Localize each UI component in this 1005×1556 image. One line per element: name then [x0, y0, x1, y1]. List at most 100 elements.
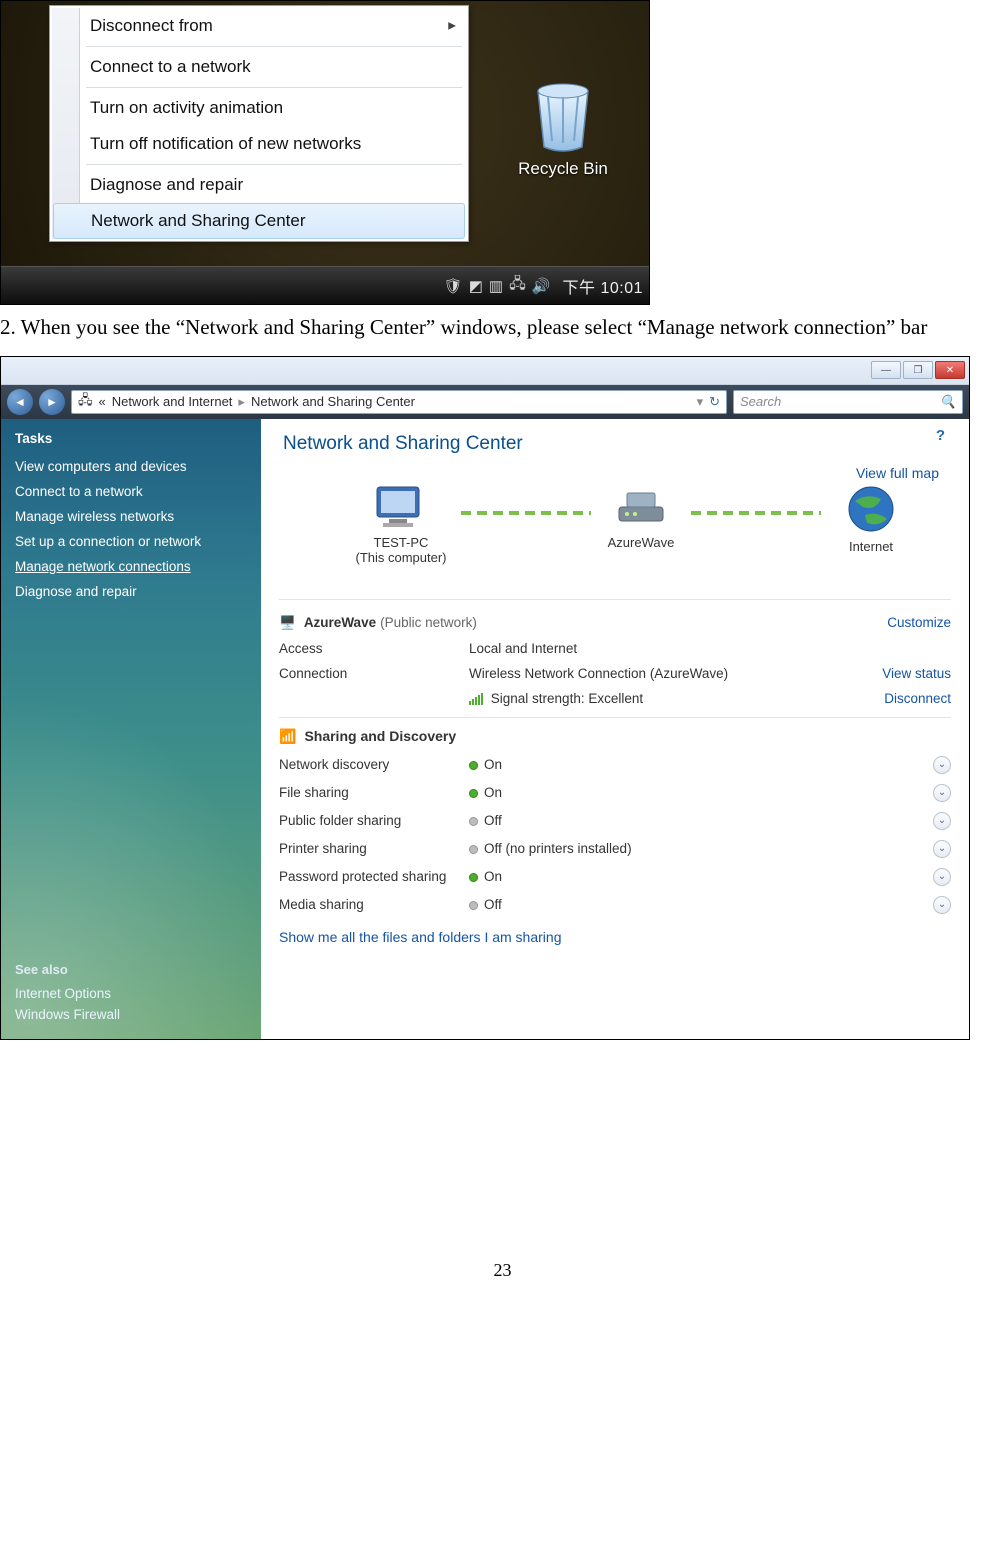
sharing-icon: 📶 — [279, 728, 296, 745]
disconnect-link[interactable]: Disconnect — [831, 691, 951, 706]
expand-button[interactable]: ⌄ — [933, 756, 951, 774]
network-icon: 🖥️ — [279, 615, 296, 631]
status-dot-icon — [469, 845, 478, 854]
view-full-map-link[interactable]: View full map — [856, 465, 939, 481]
network-header-row: 🖥️ AzureWave (Public network) Customize — [279, 610, 951, 636]
sidebar-task-manage-wireless[interactable]: Manage wireless networks — [15, 504, 247, 529]
nav-forward-button[interactable]: ► — [39, 389, 65, 415]
refresh-icon[interactable]: ↻ — [709, 394, 720, 410]
sharing-row: Printer sharingOff (no printers installe… — [279, 835, 951, 863]
row-value: Off — [469, 813, 831, 828]
see-also-windows-firewall[interactable]: Windows Firewall — [15, 1004, 247, 1025]
show-shared-files-link[interactable]: Show me all the files and folders I am s… — [279, 929, 951, 945]
sharing-row: File sharingOn ⌄ — [279, 779, 951, 807]
network-name: AzureWave — [304, 615, 376, 630]
computer-icon — [371, 483, 431, 531]
menu-diagnose-repair[interactable]: Diagnose and repair — [52, 167, 466, 203]
divider — [279, 599, 951, 600]
see-also-heading: See also — [15, 962, 247, 977]
breadcrumb-dropdown-icon[interactable]: ▾ — [697, 394, 704, 410]
globe-icon — [841, 483, 901, 535]
main-panel: ? Network and Sharing Center View full m… — [261, 419, 969, 1039]
sidebar-task-view-computers[interactable]: View computers and devices — [15, 454, 247, 479]
maximize-button[interactable]: ❐ — [903, 361, 933, 379]
sidebar-task-connect-network[interactable]: Connect to a network — [15, 479, 247, 504]
taskbar: 🛡 ◩ ▥ 🖧 🔊 下午 10:01 — [1, 266, 649, 304]
divider — [279, 717, 951, 718]
page-title: Network and Sharing Center — [283, 433, 951, 455]
map-node-internet: Internet — [801, 483, 941, 554]
sidebar-task-setup-connection[interactable]: Set up a connection or network — [15, 529, 247, 554]
menu-network-sharing-center[interactable]: Network and Sharing Center — [53, 203, 465, 239]
breadcrumb-seg-1[interactable]: Network and Internet — [112, 394, 233, 409]
signal-icon — [469, 693, 483, 705]
sidebar-task-diagnose-repair[interactable]: Diagnose and repair — [15, 579, 247, 604]
row-label: Connection — [279, 666, 469, 681]
sidebar-task-manage-connections[interactable]: Manage network connections — [15, 554, 247, 579]
breadcrumb-prefix: « — [99, 394, 106, 409]
tasks-sidebar: Tasks View computers and devices Connect… — [1, 419, 261, 1039]
status-dot-icon — [469, 873, 478, 882]
help-icon[interactable]: ? — [936, 427, 945, 444]
row-value: Off — [469, 897, 831, 912]
expand-button[interactable]: ⌄ — [933, 840, 951, 858]
status-dot-icon — [469, 761, 478, 770]
row-label: Access — [279, 641, 469, 656]
expand-button[interactable]: ⌄ — [933, 896, 951, 914]
recycle-bin-icon[interactable]: Recycle Bin — [503, 73, 623, 179]
tray-clock[interactable]: 下午 10:01 — [563, 274, 644, 298]
network-connection-row: Connection Wireless Network Connection (… — [279, 661, 951, 686]
router-icon — [611, 483, 671, 531]
map-internet-label: Internet — [801, 539, 941, 554]
breadcrumb-seg-2[interactable]: Network and Sharing Center — [251, 394, 415, 409]
row-label: Network discovery — [279, 757, 469, 772]
shield-icon[interactable]: 🛡 — [444, 277, 463, 295]
tray-app-icon[interactable]: ◩ — [469, 277, 483, 295]
system-tray: 🛡 ◩ ▥ 🖧 🔊 下午 10:01 — [444, 267, 643, 304]
search-placeholder: Search — [740, 394, 781, 409]
menu-activity-animation[interactable]: Turn on activity animation — [52, 90, 466, 126]
trash-icon — [526, 73, 600, 153]
menu-separator — [86, 87, 462, 88]
menu-separator — [86, 164, 462, 165]
chevron-right-icon: ▸ — [238, 394, 245, 410]
row-label: File sharing — [279, 785, 469, 800]
minimize-button[interactable]: — — [871, 361, 901, 379]
menu-connect-network[interactable]: Connect to a network — [52, 49, 466, 85]
menu-turn-off-notification[interactable]: Turn off notification of new networks — [52, 126, 466, 162]
menu-disconnect-from[interactable]: Disconnect from — [52, 8, 466, 44]
row-label: Media sharing — [279, 897, 469, 912]
row-value: On — [469, 869, 831, 884]
search-input[interactable]: Search 🔍 — [733, 390, 963, 414]
customize-link[interactable]: Customize — [887, 615, 951, 630]
sharing-row: Network discoveryOn⌄ — [279, 751, 951, 779]
nav-back-button[interactable]: ◄ — [7, 389, 33, 415]
breadcrumb[interactable]: 🖧 « Network and Internet ▸ Network and S… — [71, 390, 727, 414]
view-status-link[interactable]: View status — [831, 666, 951, 681]
sidebar-heading: Tasks — [15, 431, 247, 446]
row-label: Password protected sharing — [279, 869, 469, 884]
row-label: Printer sharing — [279, 841, 469, 856]
row-value: Signal strength: Excellent — [469, 691, 831, 706]
network-icon[interactable]: 🖧 — [509, 273, 526, 298]
row-value: On — [469, 785, 831, 800]
sharing-row: Public folder sharingOff⌄ — [279, 807, 951, 835]
menu-separator — [86, 46, 462, 47]
recycle-bin-label: Recycle Bin — [503, 159, 623, 179]
sharing-row: Password protected sharingOn ⌄ — [279, 863, 951, 891]
map-node-pc: TEST-PC (This computer) — [331, 483, 471, 565]
close-button[interactable]: ✕ — [935, 361, 965, 379]
volume-icon[interactable]: 🔊 — [532, 277, 551, 295]
see-also-internet-options[interactable]: Internet Options — [15, 983, 247, 1004]
expand-button[interactable]: ⌄ — [933, 784, 951, 802]
network-context-menu: Disconnect from Connect to a network Tur… — [49, 5, 469, 242]
battery-icon[interactable]: ▥ — [489, 277, 503, 295]
status-dot-icon — [469, 789, 478, 798]
page-number: 23 — [0, 1260, 1005, 1281]
status-dot-icon — [469, 901, 478, 910]
map-pc-label: TEST-PC — [331, 535, 471, 550]
expand-button[interactable]: ⌄ — [933, 868, 951, 886]
address-bar: ◄ ► 🖧 « Network and Internet ▸ Network a… — [1, 385, 969, 419]
expand-button[interactable]: ⌄ — [933, 812, 951, 830]
network-type: (Public network) — [380, 615, 477, 630]
